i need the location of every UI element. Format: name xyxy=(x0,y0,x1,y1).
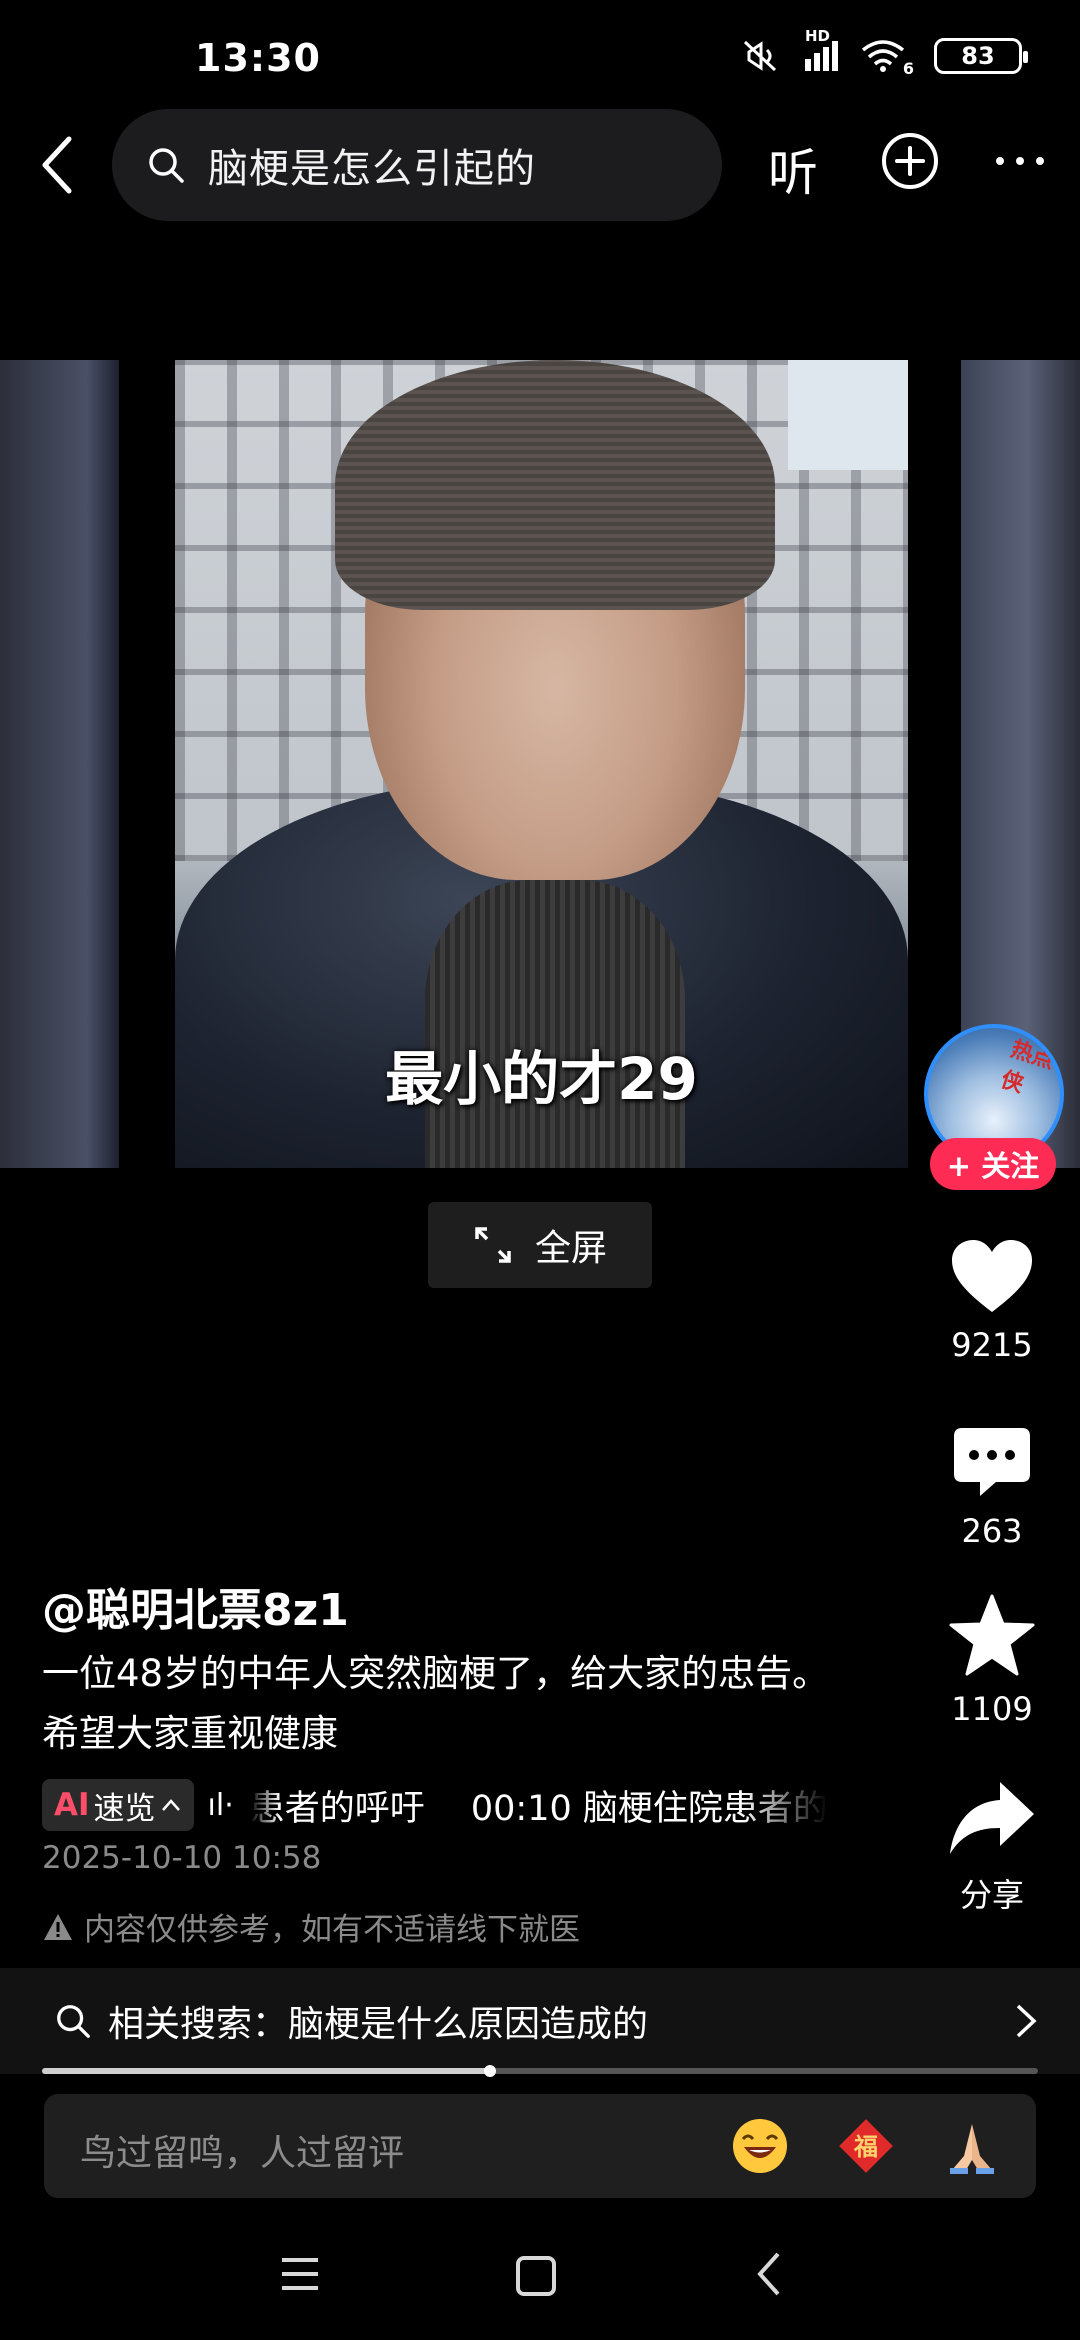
video-progress-bar[interactable] xyxy=(42,2065,1038,2077)
laughing-emoji-icon xyxy=(733,2119,787,2173)
battery-indicator: 83 xyxy=(934,38,1028,74)
author-name[interactable]: @聪明北票8z1 xyxy=(42,1574,349,1638)
share-button[interactable]: 分享 xyxy=(930,1778,1054,1916)
disclaimer: 内容仅供参考，如有不适请线下就医 xyxy=(42,1904,580,1949)
comment-placeholder: 鸟过留鸣，人过留评 xyxy=(80,2133,405,2174)
like-count: 9215 xyxy=(951,1326,1033,1364)
disclaimer-text: 内容仅供参考，如有不适请线下就医 xyxy=(84,1912,580,1948)
video-subtitle: 最小的才29 xyxy=(385,1045,698,1113)
fu-emoji-button[interactable]: 福 xyxy=(836,2116,896,2176)
person-hat xyxy=(335,360,775,610)
status-icons: HD 6 83 xyxy=(739,27,1028,78)
listen-button[interactable]: 听 xyxy=(768,133,818,205)
signal-icon: HD xyxy=(805,27,838,71)
share-icon xyxy=(950,1782,1034,1854)
more-dots-icon xyxy=(996,157,1044,165)
progress-knob[interactable] xyxy=(484,2065,497,2077)
ai-summary-row[interactable]: AI 速览 ıl· 患者的呼吁 00:10 脑梗住院患者的 xyxy=(42,1778,862,1832)
search-box[interactable]: 脑梗是怎么引起的 xyxy=(112,109,722,221)
svg-text:福: 福 xyxy=(853,2133,878,2161)
chevron-up-icon xyxy=(161,1799,180,1811)
status-bar: 13:30 HD 6 83 xyxy=(0,0,1080,120)
video-player[interactable]: 最小的才29 xyxy=(0,360,1080,1168)
back-nav-icon[interactable] xyxy=(754,2250,784,2298)
ai-summary-text: 患者的呼吁 00:10 脑梗住院患者的 xyxy=(249,1788,828,1829)
chevron-right-icon xyxy=(1016,2004,1037,2038)
progress-fill xyxy=(42,2068,491,2074)
post-timestamp: 2025-10-10 10:58 xyxy=(42,1840,322,1876)
comment-input[interactable]: 鸟过留鸣，人过留评 福 xyxy=(44,2094,1036,2198)
more-button[interactable] xyxy=(990,131,1050,191)
comment-icon xyxy=(954,1428,1030,1496)
wifi-label: 6 xyxy=(902,59,914,78)
favorite-button[interactable]: 1109 xyxy=(930,1594,1054,1728)
follow-button[interactable]: + 关注 xyxy=(930,1138,1056,1190)
background-sky xyxy=(788,360,908,470)
pray-emoji-button[interactable] xyxy=(942,2116,1002,2176)
audio-wave-icon: ıl· xyxy=(207,1787,234,1823)
search-icon xyxy=(149,148,184,183)
person-sweater xyxy=(425,880,685,1168)
plus-circle-icon xyxy=(882,133,938,189)
chevron-left-icon xyxy=(42,136,72,194)
share-label: 分享 xyxy=(959,1876,1024,1914)
battery-level: 83 xyxy=(961,42,995,70)
favorite-count: 1109 xyxy=(951,1690,1033,1728)
laughing-emoji-button[interactable] xyxy=(730,2116,790,2176)
back-button[interactable] xyxy=(22,127,92,203)
fullscreen-label: 全屏 xyxy=(534,1228,607,1269)
system-nav-bar xyxy=(0,2224,1080,2340)
status-time: 13:30 xyxy=(195,36,321,80)
ai-badge-label: 速览 xyxy=(93,1790,156,1827)
hd-label: HD xyxy=(805,27,831,45)
star-icon xyxy=(949,1594,1035,1676)
expand-icon xyxy=(475,1227,511,1263)
pray-emoji-icon xyxy=(950,2124,994,2174)
video-frame: 最小的才29 xyxy=(175,360,908,1168)
ai-label: AI xyxy=(54,1787,90,1823)
search-query: 脑梗是怎么引起的 xyxy=(208,146,536,192)
video-description: 一位48岁的中年人突然脑梗了，给大家的忠告。希望大家重视健康 xyxy=(42,1652,830,1755)
add-button[interactable] xyxy=(880,131,940,191)
menu-icon[interactable] xyxy=(278,2254,322,2294)
fu-emoji-icon: 福 xyxy=(839,2119,893,2173)
comment-count: 263 xyxy=(961,1512,1023,1550)
top-bar: 脑梗是怎么引起的 听 xyxy=(0,105,1080,225)
mute-icon xyxy=(743,40,777,72)
ai-summary-badge[interactable]: AI 速览 xyxy=(42,1779,194,1831)
search-icon xyxy=(57,2005,90,2038)
home-icon[interactable] xyxy=(514,2254,558,2298)
like-button[interactable]: 9215 xyxy=(930,1238,1054,1364)
fullscreen-button[interactable]: 全屏 xyxy=(428,1202,652,1288)
comment-button[interactable]: 263 xyxy=(930,1424,1054,1550)
related-search[interactable]: 相关搜索：脑梗是什么原因造成的 xyxy=(0,1968,1080,2074)
heart-icon xyxy=(952,1240,1032,1312)
wifi-icon: 6 xyxy=(860,38,914,78)
related-search-text: 相关搜索：脑梗是什么原因造成的 xyxy=(108,2004,649,2045)
warning-icon xyxy=(44,1913,72,1940)
avatar-tag: 热点侠 xyxy=(997,1036,1058,1098)
